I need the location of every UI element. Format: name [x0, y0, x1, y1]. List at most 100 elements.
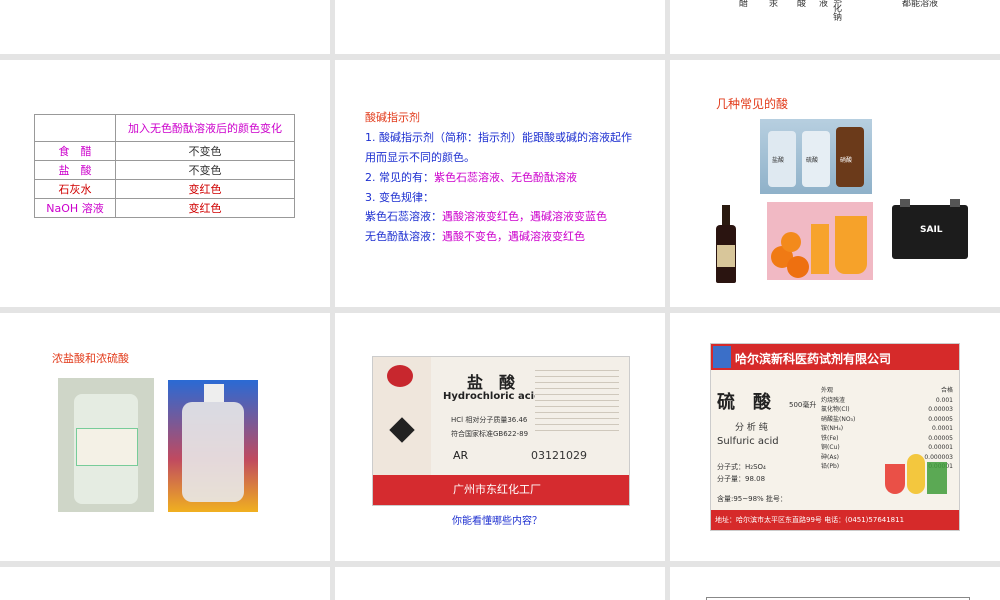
spec-row: 铜(Cu) 0.00001: [821, 443, 953, 453]
vinegar-bottle-photo: [714, 205, 738, 283]
indicator-title: 酸碱指示剂: [365, 111, 420, 124]
spec-row: 砷(As) 0.000003: [821, 453, 953, 463]
spec-label: 铜(Cu): [821, 444, 840, 451]
indicator-line: 1. 酸碱指示剂（简称：指示剂）能跟酸或碱的溶液起作: [365, 131, 632, 144]
spec-label: 外观: [821, 387, 834, 394]
reagent-bottles-photo: 盐酸 硫酸 硝酸: [760, 119, 872, 194]
h2so4-formula: 分子式：H₂SO₄: [717, 463, 766, 471]
vertical-word: 汞: [767, 0, 777, 7]
table-cell-result: 变红色: [115, 198, 295, 218]
spec-value: 合格: [940, 387, 953, 394]
spec-label: 硝酸盐(NO₃): [821, 415, 856, 423]
spec-label: 灼烧残渣: [821, 396, 846, 404]
indicator-line: 3. 变色规律：: [365, 191, 434, 204]
hcl-standard: 符合国家标准GB622-89: [451, 430, 529, 438]
slide-11: [335, 567, 665, 600]
battery-photo: SAIL: [892, 199, 968, 259]
acids-title: 几种常见的酸: [716, 97, 789, 111]
indicator-value: 遇酸不变色，遇碱溶液变红色: [442, 230, 585, 243]
spec-label: 铅(Pb): [821, 463, 840, 470]
spec-value: 0.00005: [928, 415, 953, 423]
table-row: NaOH 溶液 变红色: [34, 198, 295, 218]
h2so4-label-image: 哈尔滨新科医药试剂有限公司 硫 酸 500毫升 分 析 纯 Sulfuric a…: [710, 343, 960, 531]
flask-icon: [927, 462, 947, 494]
h2so4-bottle-photo: [168, 380, 258, 512]
h2so4-volume: 500毫升: [789, 401, 817, 409]
table-cell-result: 不变色: [115, 160, 295, 180]
top-right-text: 都能溶液: [902, 0, 939, 9]
h2so4-address: 地址：哈尔滨市太平区东直路99号 电话：(0451)57641811: [715, 516, 905, 524]
table-row: 食 醋 不变色: [34, 141, 295, 161]
h2so4-company: 哈尔滨新科医药试剂有限公司: [735, 352, 892, 366]
flask-icon: [885, 464, 905, 494]
table-cell-name: 石灰水: [34, 179, 116, 199]
slide-concentrated-acids: 浓盐酸和浓硫酸: [0, 313, 330, 561]
slide-common-acids: 几种常见的酸 盐酸 硫酸 硝酸 SAIL: [670, 60, 1000, 307]
hcl-grade: AR: [453, 449, 469, 462]
spec-label: 铵(NH₄): [821, 425, 844, 432]
table-cell-result: 变红色: [115, 179, 295, 199]
battery-brand: SAIL: [920, 225, 943, 235]
table-row: 盐 酸 不变色: [34, 160, 295, 180]
hcl-question: 你能看懂哪些内容？: [452, 516, 542, 527]
table-header: 加入无色酚酞溶液后的颜色变化: [115, 114, 295, 142]
vertical-word: 醋: [737, 0, 747, 7]
indicator-prefix: 无色酚酞溶液：: [365, 230, 442, 243]
spec-row: 外观 合格: [821, 386, 953, 396]
hcl-factory: 广州市东红化工厂: [453, 483, 541, 496]
logo-icon: [387, 365, 413, 387]
bottle-label: 盐酸: [772, 157, 785, 164]
hcl-name-cn: 盐 酸: [467, 373, 516, 392]
slide-indicator: 酸碱指示剂 1. 酸碱指示剂（简称：指示剂）能跟酸或碱的溶液起作 用而显示不同的…: [335, 60, 665, 307]
slide-1: [0, 0, 330, 54]
bottle-label: 硝酸: [840, 157, 853, 164]
xk-logo-icon: [713, 346, 731, 368]
spec-label: 铁(Fe): [821, 434, 839, 442]
spec-value: 0.001: [935, 396, 953, 404]
slide-phenolphthalein-table: 加入无色酚酞溶液后的颜色变化 食 醋 不变色 盐 酸 不变色 石灰水 变红色 N…: [0, 60, 330, 307]
color-change-table: 加入无色酚酞溶液后的颜色变化 食 醋 不变色 盐 酸 不变色 石灰水 变红色 N…: [34, 114, 295, 218]
spec-row: 铵(NH₄) 0.0001: [821, 424, 953, 434]
spec-label: 砷(As): [821, 453, 839, 461]
table-cell-name: 盐 酸: [34, 160, 116, 180]
slide-2: [335, 0, 665, 54]
slide-3: 醋 汞 酸 液 氢化钠 都能溶液: [670, 0, 1000, 54]
hcl-bottle-photo: [58, 378, 154, 512]
slide-hcl-label: 盐 酸 Hydrochloric acid HCl 相对分子质量36.46 符合…: [335, 313, 665, 561]
h2so4-mass: 分子量：98.08: [717, 475, 766, 483]
h2so4-name-en: Sulfuric acid: [717, 436, 779, 447]
spec-value: 0.0001: [932, 425, 953, 432]
table-cell-result: 不变色: [115, 141, 295, 161]
spec-row: 氯化物(Cl) 0.00003: [821, 405, 953, 415]
flask-icon: [907, 454, 925, 494]
table-header-empty: [34, 114, 116, 142]
spec-value: 0.000003: [924, 453, 953, 461]
vertical-word: 液: [817, 0, 827, 7]
table-row: 石灰水 变红色: [34, 179, 295, 199]
bottle-label: 硫酸: [806, 157, 819, 164]
spec-value: 0.00005: [928, 434, 953, 442]
h2so4-grade: 分 析 纯: [735, 423, 768, 433]
spec-value: 0.00003: [928, 406, 953, 413]
indicator-value: 紫色石蕊溶液、无色酚酞溶液: [434, 171, 577, 184]
hcl-name-en: Hydrochloric acid: [443, 391, 542, 402]
h2so4-name-cn: 硫 酸: [717, 392, 771, 413]
spec-label: 氯化物(Cl): [821, 406, 850, 413]
spec-value: 0.00001: [928, 444, 953, 451]
indicator-line: 2. 常见的有：紫色石蕊溶液、无色酚酞溶液: [365, 169, 577, 185]
vertical-word: 酸: [795, 0, 805, 7]
indicator-line: 无色酚酞溶液：遇酸不变色，遇碱溶液变红色: [365, 228, 585, 244]
indicator-line: 用而显示不同的颜色。: [365, 151, 475, 164]
spec-list: 外观 合格灼烧残渣 0.001 氯化物(Cl) 0.00003 硝酸盐(NO₃) 0.000…: [821, 386, 953, 472]
indicator-prefix: 紫色石蕊溶液：: [365, 210, 442, 223]
table-cell-name: NaOH 溶液: [34, 198, 116, 218]
vertical-word: 氢化钠: [831, 0, 841, 21]
indicator-line: 紫色石蕊溶液：遇酸溶液变红色，遇碱溶液变蓝色: [365, 208, 607, 224]
spec-row: 灼烧残渣 0.001: [821, 396, 953, 406]
conc-title: 浓盐酸和浓硫酸: [52, 352, 129, 365]
spec-row: 硝酸盐(NO₃) 0.00005: [821, 415, 953, 425]
hcl-batch: 03121029: [531, 449, 587, 462]
slide-10: [0, 567, 330, 600]
table-cell-name: 食 醋: [34, 141, 116, 161]
indicator-value: 遇酸溶液变红色，遇碱溶液变蓝色: [442, 210, 607, 223]
